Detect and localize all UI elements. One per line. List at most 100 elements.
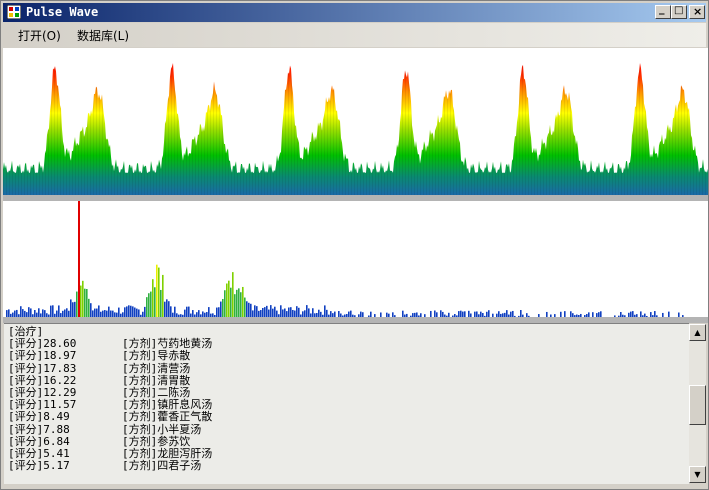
spectrum-bar	[108, 306, 110, 317]
spectrum-bar	[280, 305, 282, 317]
spectrum-bar	[88, 298, 90, 317]
spectrum-bar	[270, 305, 272, 317]
spectrum-bar	[168, 301, 170, 317]
spectrum-bar	[242, 286, 244, 317]
spectrum-bar	[198, 310, 200, 317]
spectrum-bar	[16, 309, 18, 317]
result-row: [评分]8.49 [方剂]藿香正气散	[4, 411, 689, 423]
spectrum-bar	[34, 310, 36, 317]
spectrum-bar	[74, 301, 76, 317]
score-value: [评分]7.88	[8, 422, 70, 436]
result-output-box[interactable]: [治疗] [评分]28.60 [方剂]芍药地黄汤 [评分]18.97 [方剂]导赤散[…	[4, 323, 689, 484]
spectrum-bar	[228, 280, 230, 317]
spectrum-bar	[20, 306, 22, 317]
spectrum-bar	[506, 310, 508, 317]
spectrum-bar	[246, 301, 248, 317]
spectrum-bar	[324, 305, 326, 317]
spectrum-bar	[164, 301, 166, 317]
minimize-button[interactable]: _	[655, 2, 671, 19]
spectrum-bar	[250, 303, 252, 317]
spectrum-bar	[58, 305, 60, 317]
output-scrollbar[interactable]: ▲ ▼	[689, 324, 706, 483]
spectrum-bar	[118, 307, 120, 317]
title-bar[interactable]: Pulse Wave _ □ ×	[3, 2, 706, 22]
spectrum-bar	[86, 288, 88, 317]
spectrum-bar	[184, 309, 186, 317]
spectrum-bar	[162, 274, 164, 317]
spectrum-bar	[38, 308, 40, 317]
spectrum-bar	[256, 306, 258, 317]
result-row: [评分]16.22 [方剂]清胃散	[4, 374, 689, 387]
scroll-thumb[interactable]	[689, 385, 706, 425]
spectrum-bar	[248, 302, 250, 317]
score-value: [评分]18.97	[8, 349, 77, 363]
spectrum-bar	[264, 307, 266, 317]
minimize-icon: _	[659, 2, 665, 15]
spectrum-bar	[192, 310, 194, 317]
scroll-down-button[interactable]: ▼	[689, 466, 706, 483]
spectrum-bar	[160, 289, 162, 317]
spectrum-bar	[66, 308, 68, 317]
maximize-button[interactable]: □	[671, 5, 687, 19]
spectrum-bar	[292, 309, 294, 317]
spectrum-bar	[92, 310, 94, 317]
spectrum-bar	[304, 310, 306, 317]
spectrum-bar	[306, 305, 308, 317]
spectrum-bar	[28, 307, 30, 317]
close-button[interactable]: ×	[689, 5, 705, 19]
spectrum-bar	[244, 297, 246, 317]
arrow-up-icon: ▲	[694, 328, 701, 337]
spectrum-bar	[188, 306, 190, 317]
spectrum-bar	[128, 305, 130, 317]
spectrum-bar	[80, 285, 82, 317]
formula-name: [方剂]四君子汤	[122, 459, 202, 473]
spectrum-bar	[230, 287, 232, 317]
spectrum-bar	[136, 308, 138, 317]
score-value: [评分]17.83	[8, 361, 77, 375]
spectrum-bar	[90, 303, 92, 317]
spectrum-bar	[50, 305, 52, 317]
formula-name: [方剂]藿香正气散	[122, 410, 213, 424]
spectrum-bar	[520, 310, 522, 317]
score-value: [评分]8.49	[8, 410, 70, 424]
result-row: [评分]6.84 [方剂]参苏饮	[4, 435, 689, 448]
menu-database[interactable]: 数据库(L)	[77, 27, 129, 44]
spectrum-bar	[138, 309, 140, 317]
menu-bar: 打开(O) 数据库(L)	[3, 23, 706, 47]
formula-name: [方剂]清营汤	[122, 361, 191, 375]
spectrum-bar	[146, 297, 148, 317]
spectrum-bar	[174, 306, 176, 317]
spectrum-bar	[144, 306, 146, 317]
spectrum-bar	[234, 294, 236, 317]
spectrum-bar	[254, 305, 256, 317]
spectrum-bar	[126, 306, 128, 317]
spectrum-bar	[70, 299, 72, 317]
spectrum-bar	[42, 309, 44, 317]
result-row: [评分]7.88 [方剂]小半夏汤	[4, 422, 689, 436]
close-icon: ×	[693, 5, 703, 18]
spectrum-bar	[104, 310, 106, 317]
spectrum-bar	[6, 310, 8, 317]
spectrum-bar	[134, 307, 136, 317]
window-title: Pulse Wave	[26, 5, 99, 19]
spectrum-bar	[94, 308, 96, 317]
spectrum-bar	[166, 299, 168, 317]
spectrum-bar	[224, 290, 226, 317]
spectrum-bar	[76, 291, 78, 317]
menu-open[interactable]: 打开(O)	[18, 27, 61, 44]
spectrum-bar	[220, 301, 222, 317]
spectrum-bar	[252, 310, 254, 317]
scroll-up-button[interactable]: ▲	[689, 324, 706, 341]
spectrum-bar	[262, 307, 264, 317]
spectrum-bar	[226, 283, 228, 317]
output-header-line: [治疗]	[4, 325, 689, 338]
result-rows: [评分]28.60 [方剂]芍药地黄汤 [评分]18.97 [方剂]导赤散 [评分]17…	[4, 337, 689, 473]
spectrum-bar	[44, 310, 46, 317]
spectrum-bar	[8, 309, 10, 317]
spectrum-bar	[288, 307, 290, 317]
spectrum-bar	[440, 310, 442, 317]
result-row: [评分]5.17 [方剂]四君子汤	[4, 459, 689, 473]
spectrum-bar	[218, 307, 220, 317]
app-icon	[7, 5, 21, 19]
spectrum-bar	[232, 272, 234, 317]
